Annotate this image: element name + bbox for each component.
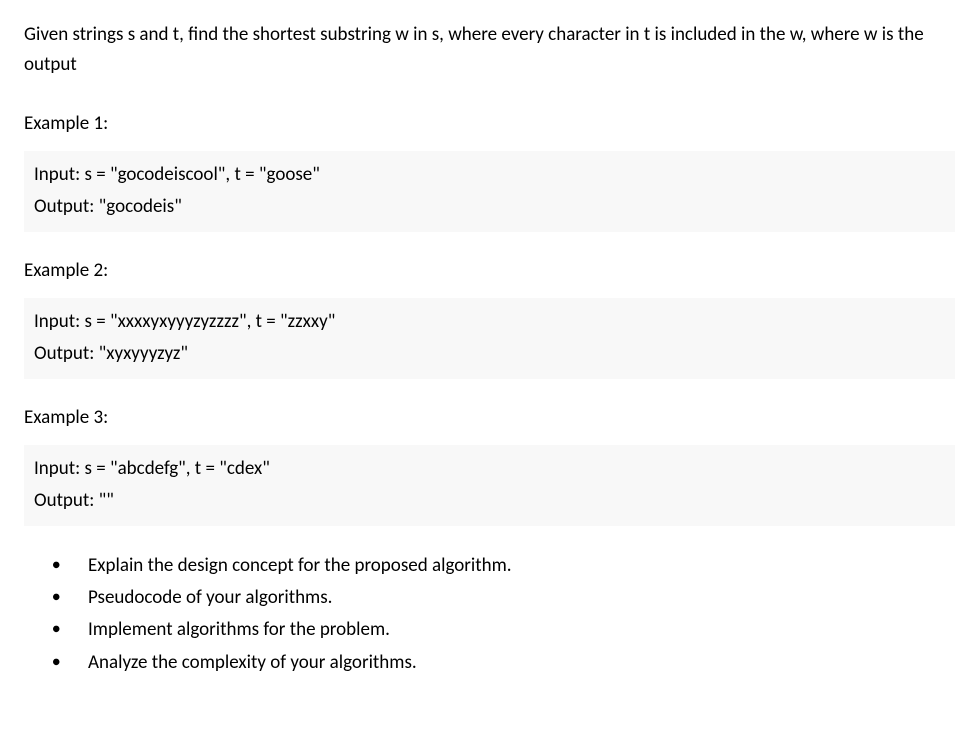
example-1: Example 1: Input: s = "gocodeiscool", t … [24, 109, 955, 232]
task-item-text: Explain the design concept for the propo… [88, 554, 512, 577]
example-1-output: Output: "gocodeis" [34, 191, 945, 223]
task-item: Explain the design concept for the propo… [64, 550, 955, 582]
example-2-block: Input: s = "xxxxyxyyyzyzzzz", t = "zzxxy… [24, 298, 955, 379]
example-1-title: Example 1: [24, 109, 955, 139]
example-2-output: Output: "xyxyyyzyz" [34, 338, 945, 370]
task-list: Explain the design concept for the propo… [24, 550, 955, 679]
example-1-block: Input: s = "gocodeiscool", t = "goose" O… [24, 151, 955, 232]
example-2: Example 2: Input: s = "xxxxyxyyyzyzzzz",… [24, 256, 955, 379]
task-item-text: Analyze the complexity of your algorithm… [88, 651, 417, 674]
example-1-input: Input: s = "gocodeiscool", t = "goose" [34, 159, 945, 191]
example-2-input: Input: s = "xxxxyxyyyzyzzzz", t = "zzxxy… [34, 306, 945, 338]
task-item-text: Implement algorithms for the problem. [88, 618, 390, 641]
problem-text: Given strings s and t, find the shortest… [24, 23, 924, 76]
example-3-block: Input: s = "abcdefg", t = "cdex" Output:… [24, 445, 955, 526]
example-3-title: Example 3: [24, 403, 955, 433]
task-item: Implement algorithms for the problem. [64, 614, 955, 646]
task-item: Analyze the complexity of your algorithm… [64, 647, 955, 679]
problem-statement: Given strings s and t, find the shortest… [24, 20, 955, 81]
example-3: Example 3: Input: s = "abcdefg", t = "cd… [24, 403, 955, 526]
task-item: Pseudocode of your algorithms. [64, 582, 955, 614]
example-3-input: Input: s = "abcdefg", t = "cdex" [34, 453, 945, 485]
example-2-title: Example 2: [24, 256, 955, 286]
task-item-text: Pseudocode of your algorithms. [88, 586, 332, 609]
example-3-output: Output: "" [34, 485, 945, 517]
